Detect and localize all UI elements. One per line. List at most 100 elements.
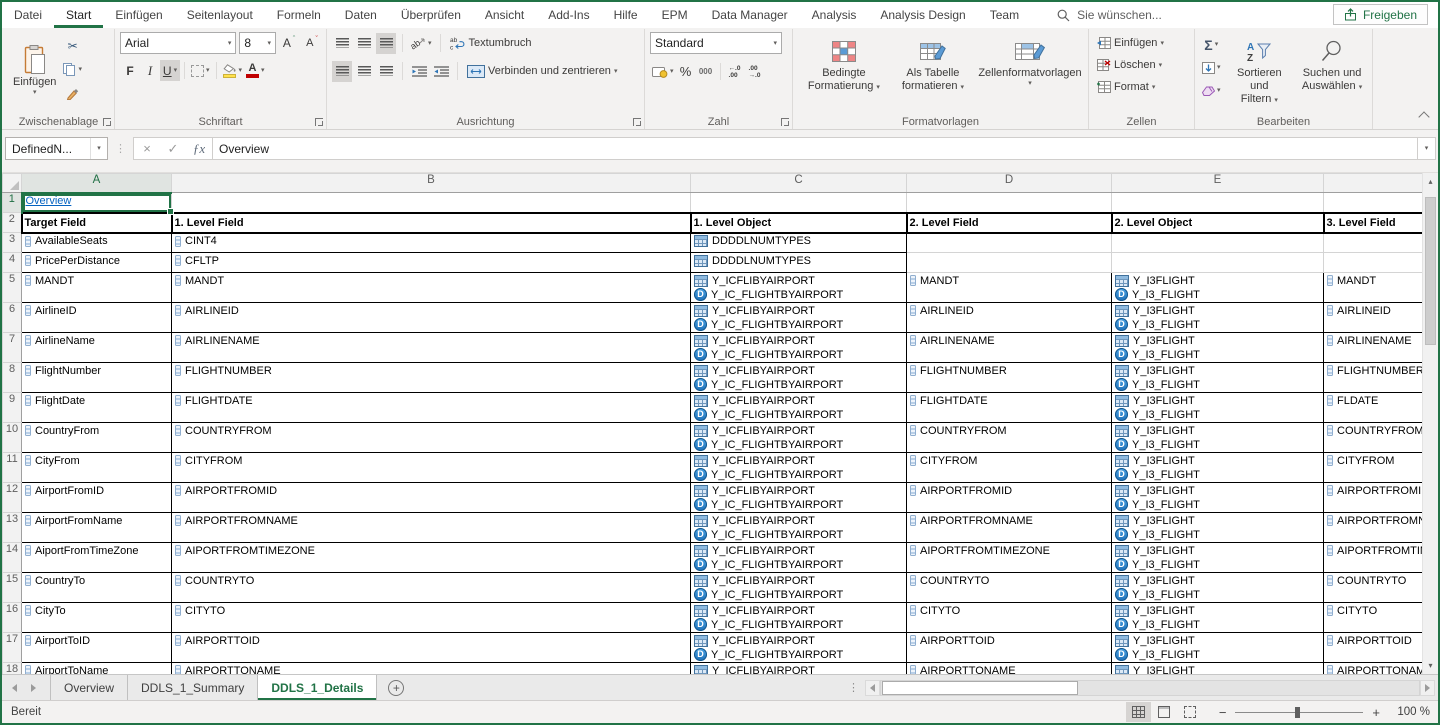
row-header-13[interactable]: 13 (3, 513, 22, 543)
cell-F18[interactable]: AIRPORTTONAME (1324, 663, 1424, 675)
cell-B10[interactable]: COUNTRYFROM (172, 423, 691, 453)
cell-C11[interactable]: Y_ICFLIBYAIRPORTY_IC_FLIGHTBYAIRPORT (691, 453, 907, 483)
cell-F16[interactable]: CITYTO (1324, 603, 1424, 633)
cell-C4[interactable]: DDDDLNUMTYPES (691, 253, 907, 273)
scroll-down-arrow[interactable]: ▾ (1423, 658, 1438, 673)
cell-C1[interactable] (691, 193, 907, 213)
name-box-dropdown[interactable]: ▾ (90, 138, 107, 159)
increase-indent-button[interactable] (431, 61, 451, 82)
number-format-combo[interactable]: Standard▾ (650, 32, 782, 54)
cell-D11[interactable]: CITYFROM (907, 453, 1112, 483)
new-sheet-button[interactable]: + (377, 675, 415, 700)
number-dialog-launcher[interactable] (781, 118, 789, 126)
cell-B1[interactable] (172, 193, 691, 213)
cell-E9[interactable]: Y_I3FLIGHTY_I3_FLIGHT (1112, 393, 1324, 423)
ribbon-tab-seitenlayout[interactable]: Seitenlayout (175, 2, 265, 28)
cell-F1[interactable] (1324, 193, 1424, 213)
row-header-8[interactable]: 8 (3, 363, 22, 393)
cell-B11[interactable]: CITYFROM (172, 453, 691, 483)
cell-E5[interactable]: Y_I3FLIGHTY_I3_FLIGHT (1112, 273, 1324, 303)
column-header-B[interactable]: B (172, 174, 691, 193)
cell-D8[interactable]: FLIGHTNUMBER (907, 363, 1112, 393)
cell-B8[interactable]: FLIGHTNUMBER (172, 363, 691, 393)
cell-C9[interactable]: Y_ICFLIBYAIRPORTY_IC_FLIGHTBYAIRPORT (691, 393, 907, 423)
cell-F7[interactable]: AIRLINENAME (1324, 333, 1424, 363)
ribbon-tab-epm[interactable]: EPM (650, 2, 700, 28)
cell-B17[interactable]: AIRPORTTOID (172, 633, 691, 663)
cell-A18[interactable]: AirportToName (22, 663, 172, 675)
expand-formula-bar-button[interactable]: ▾ (1418, 137, 1436, 160)
row-header-14[interactable]: 14 (3, 543, 22, 573)
cell-E7[interactable]: Y_I3FLIGHTY_I3_FLIGHT (1112, 333, 1324, 363)
cell-B4[interactable]: CFLTP (172, 253, 691, 273)
cell-E10[interactable]: Y_I3FLIGHTY_I3_FLIGHT (1112, 423, 1324, 453)
row-header-7[interactable]: 7 (3, 333, 22, 363)
align-top-button[interactable] (332, 33, 352, 54)
cell-F4[interactable] (1324, 253, 1424, 273)
italic-button[interactable]: I (140, 60, 160, 81)
cell-A8[interactable]: FlightNumber (22, 363, 172, 393)
cell-A3[interactable]: AvailableSeats (22, 233, 172, 253)
format-painter-button[interactable] (61, 83, 84, 104)
cell-F10[interactable]: COUNTRYFROM (1324, 423, 1424, 453)
paste-dropdown[interactable]: ▾ (33, 89, 37, 96)
cell-F11[interactable]: CITYFROM (1324, 453, 1424, 483)
hscroll-right-arrow[interactable] (1420, 680, 1435, 696)
cell-C16[interactable]: Y_ICFLIBYAIRPORTY_IC_FLIGHTBYAIRPORT (691, 603, 907, 633)
cell-E2[interactable]: 2. Level Object (1112, 213, 1324, 233)
normal-view-button[interactable] (1126, 702, 1151, 722)
cell-D9[interactable]: FLIGHTDATE (907, 393, 1112, 423)
horizontal-scrollbar[interactable] (880, 680, 1420, 696)
row-header-12[interactable]: 12 (3, 483, 22, 513)
cell-C8[interactable]: Y_ICFLIBYAIRPORTY_IC_FLIGHTBYAIRPORT (691, 363, 907, 393)
page-layout-view-button[interactable] (1152, 702, 1177, 722)
cell-B3[interactable]: CINT4 (172, 233, 691, 253)
insert-cells-button[interactable]: Einfügen▾ (1094, 32, 1190, 54)
prev-sheet-arrow[interactable] (12, 684, 17, 692)
ribbon-tab-einf-gen[interactable]: Einfügen (103, 2, 174, 28)
find-select-button[interactable]: Suchen und Auswählen ▾ (1296, 32, 1368, 114)
cell-F17[interactable]: AIRPORTTOID (1324, 633, 1424, 663)
cell-B7[interactable]: AIRLINENAME (172, 333, 691, 363)
row-header-10[interactable]: 10 (3, 423, 22, 453)
cell-A15[interactable]: CountryTo (22, 573, 172, 603)
wrap-text-button[interactable]: abc Textumbruch (447, 32, 535, 54)
cell-A5[interactable]: MANDT (22, 273, 172, 303)
decrease-font-button[interactable]: Aˇ (302, 33, 322, 54)
align-right-button[interactable] (376, 61, 396, 82)
cell-D3[interactable] (907, 233, 1112, 253)
cell-C18[interactable]: Y_ICFLIBYAIRPORTY_IC_FLIGHTBYAIRPORT (691, 663, 907, 675)
select-all-corner[interactable] (3, 174, 22, 193)
cell-E16[interactable]: Y_I3FLIGHTY_I3_FLIGHT (1112, 603, 1324, 633)
overview-hyperlink[interactable]: Overview (26, 195, 72, 207)
autosum-button[interactable]: Σ▾ (1200, 34, 1223, 55)
cell-C15[interactable]: Y_ICFLIBYAIRPORTY_IC_FLIGHTBYAIRPORT (691, 573, 907, 603)
cell-A14[interactable]: AiportFromTimeZone (22, 543, 172, 573)
row-header-9[interactable]: 9 (3, 393, 22, 423)
name-box[interactable]: DefinedN... ▾ (5, 137, 108, 160)
clear-button[interactable]: ▾ (1200, 80, 1223, 101)
cell-B5[interactable]: MANDT (172, 273, 691, 303)
insert-function-button[interactable]: ƒx (186, 138, 212, 159)
column-header-E[interactable]: E (1112, 174, 1324, 193)
cell-B9[interactable]: FLIGHTDATE (172, 393, 691, 423)
delete-cells-button[interactable]: Löschen▾ (1094, 54, 1190, 76)
horizontal-scroll-thumb[interactable] (882, 681, 1078, 695)
cell-E1[interactable] (1112, 193, 1324, 213)
zoom-in-button[interactable]: + (1372, 705, 1380, 720)
cell-styles-button[interactable]: Zellenformatvorlagen ▾ (976, 32, 1084, 114)
conditional-formatting-button[interactable]: Bedingte Formatierung ▾ (798, 32, 890, 114)
row-header-6[interactable]: 6 (3, 303, 22, 333)
cell-F14[interactable]: AIPORTFROMTIMEZONE (1324, 543, 1424, 573)
borders-button[interactable]: ▾ (189, 60, 212, 81)
cut-button[interactable]: ✂ (61, 35, 84, 56)
cell-A13[interactable]: AirportFromName (22, 513, 172, 543)
tell-me-search[interactable]: Sie wünschen... (1057, 2, 1162, 28)
zoom-out-button[interactable]: − (1219, 705, 1227, 720)
align-left-button[interactable] (332, 61, 352, 82)
ribbon-tab-analysis[interactable]: Analysis (800, 2, 869, 28)
font-dialog-launcher[interactable] (315, 118, 323, 126)
cell-D1[interactable] (907, 193, 1112, 213)
cell-E12[interactable]: Y_I3FLIGHTY_I3_FLIGHT (1112, 483, 1324, 513)
cell-F3[interactable] (1324, 233, 1424, 253)
